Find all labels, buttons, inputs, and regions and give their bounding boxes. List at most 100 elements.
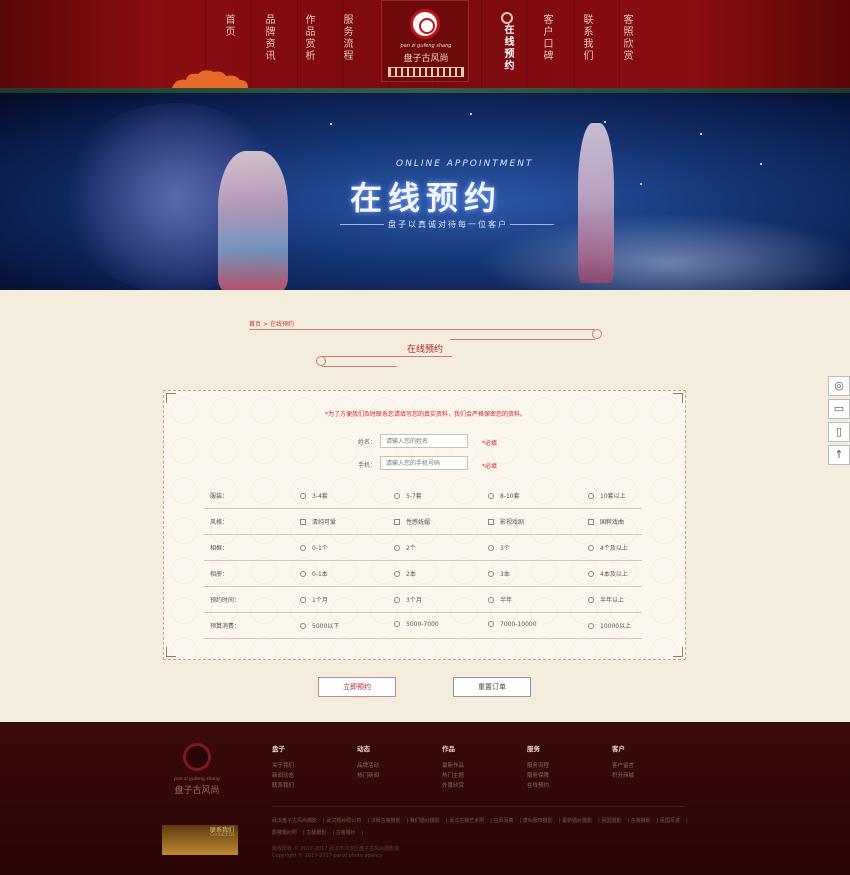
- radio-option[interactable]: 8-10套: [488, 491, 520, 500]
- radio-icon[interactable]: [394, 597, 400, 603]
- footer-link[interactable]: 服务流程: [527, 761, 549, 769]
- radio-option[interactable]: 2个: [394, 543, 416, 552]
- breadcrumb-home[interactable]: 首页: [249, 321, 261, 328]
- radio-icon[interactable]: [300, 597, 306, 603]
- radio-icon[interactable]: [488, 571, 494, 577]
- nav-item-works[interactable]: 作品赏析: [302, 14, 314, 62]
- radio-option[interactable]: 0-1个: [300, 543, 328, 552]
- site-logo[interactable]: pan zi gufeng shang 盘子古风尚: [381, 0, 469, 82]
- wechat-icon[interactable]: ◎: [828, 376, 850, 396]
- footer-link[interactable]: 最新作品: [442, 761, 464, 769]
- footer-seo-link[interactable]: 古装摄影: [306, 830, 326, 836]
- footer-seo-link[interactable]: 武汉婚纱照公司: [326, 818, 361, 824]
- footer-link[interactable]: 客户留言: [612, 761, 634, 769]
- nav-item-appointment[interactable]: 在线预约: [501, 24, 513, 72]
- footer-link[interactable]: 外景欣赏: [442, 781, 464, 789]
- radio-option[interactable]: 半年以上: [588, 595, 624, 604]
- footer-seo-link[interactable]: 古风写真: [493, 818, 513, 824]
- footer-link[interactable]: 关于我们: [272, 761, 294, 769]
- checkbox-icon[interactable]: [488, 519, 494, 525]
- radio-icon[interactable]: [300, 493, 306, 499]
- radio-icon[interactable]: [588, 597, 594, 603]
- back-to-top-icon[interactable]: ↑: [828, 445, 850, 465]
- checkbox-icon[interactable]: [300, 519, 306, 525]
- radio-option[interactable]: 3个月: [394, 595, 422, 604]
- radio-icon[interactable]: [300, 545, 306, 551]
- checkbox-option[interactable]: 国粹戏曲: [588, 517, 624, 526]
- checkbox-option[interactable]: 性感妩媚: [394, 517, 430, 526]
- footer-column-title: 作品: [442, 745, 455, 753]
- name-input[interactable]: [380, 434, 468, 448]
- nav-item-gallery[interactable]: 客照欣赏: [620, 14, 632, 62]
- footer-seo-link[interactable]: 汉街古装摄影: [371, 818, 401, 824]
- checkbox-option[interactable]: 影视戏剧: [488, 517, 524, 526]
- radio-icon[interactable]: [488, 545, 494, 551]
- footer-seo-link[interactable]: 古装摄影: [631, 818, 651, 824]
- checkbox-icon[interactable]: [588, 519, 594, 525]
- footer-seo-link[interactable]: 民国摄影: [601, 818, 621, 824]
- footer-link[interactable]: 联系我们: [272, 781, 294, 789]
- radio-icon[interactable]: [394, 571, 400, 577]
- phone-icon[interactable]: ▯: [828, 422, 850, 442]
- radio-option[interactable]: 5000-7000: [394, 621, 439, 628]
- radio-option[interactable]: 2本: [394, 569, 416, 578]
- nav-item-news[interactable]: 品牌资讯: [262, 14, 274, 62]
- radio-option[interactable]: 0-1本: [300, 569, 328, 578]
- radio-icon[interactable]: [488, 621, 494, 627]
- phone-input[interactable]: [380, 456, 468, 470]
- footer-link[interactable]: 服务保障: [527, 771, 549, 779]
- checkbox-icon[interactable]: [394, 519, 400, 525]
- submit-button[interactable]: 立即预约: [318, 677, 396, 697]
- radio-icon[interactable]: [588, 623, 594, 629]
- footer-seo-link[interactable]: 古装婚纱: [336, 830, 356, 836]
- reset-button[interactable]: 重置订单: [453, 677, 531, 697]
- nav-item-reviews[interactable]: 客户口碑: [540, 14, 552, 62]
- footer-link[interactable]: 在线预约: [527, 781, 549, 789]
- radio-option[interactable]: 4个及以上: [588, 543, 628, 552]
- radio-icon[interactable]: [394, 621, 400, 627]
- ornament-line: [450, 339, 595, 340]
- nav-item-service[interactable]: 服务流程: [340, 14, 352, 62]
- radio-option[interactable]: 3-4套: [300, 491, 328, 500]
- radio-option[interactable]: 5-7套: [394, 491, 422, 500]
- footer-seo-link[interactable]: 武汉古装艺术照: [449, 818, 484, 824]
- nav-item-home[interactable]: 首页: [222, 14, 234, 38]
- footer-link[interactable]: 积分商城: [612, 771, 634, 779]
- radio-icon[interactable]: [588, 493, 594, 499]
- footer-seo-link[interactable]: 最新婚纱摄影: [562, 818, 592, 824]
- footer-seo-link[interactable]: 我们婚纱摄影: [410, 818, 440, 824]
- footer-link[interactable]: 品牌活动: [357, 761, 379, 769]
- footer-link[interactable]: 热门新闻: [357, 771, 379, 779]
- side-toolbar: ◎ ▭ ▯ ↑: [828, 376, 850, 468]
- radio-icon[interactable]: [488, 493, 494, 499]
- radio-icon[interactable]: [588, 545, 594, 551]
- footer-logo-icon[interactable]: [183, 743, 211, 771]
- radio-option[interactable]: 4本及以上: [588, 569, 628, 578]
- footer-seo-link[interactable]: 武汉盘子古风尚摄影: [272, 818, 317, 824]
- nav-item-contact[interactable]: 联系我们: [580, 14, 592, 62]
- footer-seo-link[interactable]: 唐仙服饰摄影: [523, 818, 553, 824]
- radio-icon[interactable]: [588, 571, 594, 577]
- radio-option[interactable]: 1个月: [300, 595, 328, 604]
- radio-icon[interactable]: [394, 545, 400, 551]
- radio-option[interactable]: 3个: [488, 543, 510, 552]
- option-label: 国粹戏曲: [600, 519, 625, 526]
- radio-icon[interactable]: [300, 571, 306, 577]
- radio-icon[interactable]: [300, 623, 306, 629]
- option-row-label: 预约时间：: [210, 597, 241, 604]
- radio-icon[interactable]: [394, 493, 400, 499]
- radio-option[interactable]: 7000-10000: [488, 621, 537, 628]
- checkbox-option[interactable]: 清纯可爱: [300, 517, 336, 526]
- radio-option[interactable]: 5000以下: [300, 621, 339, 630]
- footer-column-title: 客户: [612, 745, 625, 753]
- radio-icon[interactable]: [488, 597, 494, 603]
- chat-icon[interactable]: ▭: [828, 399, 850, 419]
- radio-option[interactable]: 3本: [488, 569, 510, 578]
- footer-seo-link[interactable]: 影楼婚纱照: [272, 830, 297, 836]
- radio-option[interactable]: 10套以上: [588, 491, 626, 500]
- footer-seo-link[interactable]: 民国写真: [660, 818, 680, 824]
- radio-option[interactable]: 10000以上: [588, 621, 631, 630]
- footer-link[interactable]: 热门主题: [442, 771, 464, 779]
- radio-option[interactable]: 半年: [488, 595, 512, 604]
- footer-link[interactable]: 新闻动态: [272, 771, 294, 779]
